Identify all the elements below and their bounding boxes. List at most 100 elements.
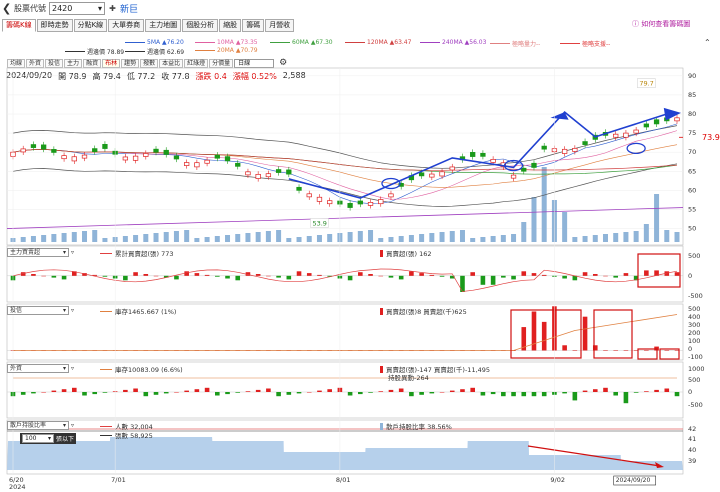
volume-bar — [327, 234, 333, 242]
holders-axis-tick: 42 — [688, 425, 696, 433]
main-force-select[interactable]: 主力買賣超 ▾ — [7, 248, 69, 257]
legend-swatch — [100, 310, 112, 312]
main-force-bar — [470, 272, 475, 276]
volume-bar — [480, 237, 486, 242]
chevron-down-icon: ▾ — [62, 422, 66, 429]
main-force-bar — [398, 275, 404, 280]
candle-body — [275, 169, 282, 173]
candle-body — [633, 129, 639, 134]
volume-bar — [102, 238, 108, 242]
candle-body — [143, 153, 149, 157]
foreign-bar — [480, 392, 486, 396]
volume-bar — [368, 230, 374, 242]
main-force-bar — [102, 275, 108, 277]
trust-axis-tick: 500 — [688, 305, 700, 313]
trust-bar — [603, 350, 608, 351]
trust-axis-tick: -100 — [688, 353, 703, 361]
candle-body — [20, 148, 26, 153]
price-axis-tick: 70 — [688, 148, 696, 156]
filter-icon[interactable]: ▿ — [71, 249, 74, 256]
volume-bar — [133, 235, 139, 242]
volume-bar — [20, 237, 26, 242]
volume-bar — [592, 235, 598, 242]
candle-body — [378, 199, 384, 205]
candle-body — [643, 123, 650, 128]
foreign-bar — [501, 392, 506, 397]
volume-bar — [30, 236, 36, 242]
trust-axis-tick: 100 — [688, 337, 700, 345]
foreign-bar — [133, 388, 138, 392]
holders-count-select[interactable]: 100 ▾ — [22, 434, 54, 443]
candle-body — [214, 154, 220, 159]
main-force-bar — [511, 275, 516, 280]
trust-axis-tick: 300 — [688, 321, 700, 329]
volume-bar — [204, 237, 210, 242]
main-force-bar — [225, 275, 230, 279]
foreign-bar — [194, 389, 200, 392]
volume-bar — [41, 235, 47, 242]
stock-chart[interactable]: 90858075706560555079.753.95000-500500400… — [0, 0, 720, 492]
foreign-bar — [378, 391, 384, 392]
holders-pane-header: 散戶持股比率 ▾ ▿ — [7, 421, 74, 430]
main-force-bar — [347, 275, 353, 281]
candle-body — [81, 154, 88, 159]
trust-select[interactable]: 投信 ▾ — [7, 306, 69, 315]
legend-swatch — [380, 249, 383, 257]
trust-axis-tick: 400 — [688, 313, 700, 321]
holders-select[interactable]: 散戶持股比率 ▾ — [7, 421, 69, 430]
holders-axis-tick: 40 — [688, 446, 696, 454]
x-axis-tick: 7/01 — [111, 476, 126, 484]
foreign-bar — [541, 392, 547, 397]
filter-icon[interactable]: ▿ — [71, 307, 74, 314]
candle-body — [265, 173, 272, 178]
filter-icon[interactable]: ▿ — [71, 365, 74, 372]
circle-annotation — [626, 142, 646, 155]
main-force-bar — [674, 272, 680, 276]
foreign-select[interactable]: 外資 ▾ — [7, 364, 69, 373]
foreign-hold-legend: 持股異動-264 — [388, 372, 429, 382]
candle-body — [653, 119, 660, 125]
foreign-inv-legend: 庫存10083.09 (6.6%) — [100, 364, 183, 374]
filter-icon[interactable]: ▿ — [71, 422, 74, 429]
volume-bar — [664, 230, 670, 242]
candle-body — [61, 155, 67, 160]
volume-bar — [602, 234, 608, 242]
main-force-bar — [235, 275, 241, 281]
bollinger-lower — [12, 163, 678, 207]
foreign-axis-tick: 0 — [688, 388, 692, 396]
main-force-bar — [317, 274, 322, 276]
candle-body — [102, 143, 108, 149]
volume-bar — [71, 232, 77, 242]
candle-body — [623, 132, 629, 138]
volume-bar — [398, 236, 404, 242]
main-force-bar — [31, 274, 36, 276]
holders-count-control: 100 ▾ 張以下 — [20, 433, 77, 444]
volume-bar — [419, 234, 425, 242]
main-force-bar — [582, 272, 588, 276]
trust-inventory-line — [13, 314, 678, 351]
volume-bar — [623, 232, 629, 242]
foreign-axis-tick: 1000 — [688, 365, 705, 373]
candle-body — [367, 202, 374, 206]
candle-body — [582, 141, 588, 145]
candle-body — [92, 148, 98, 152]
foreign-bar — [204, 387, 210, 392]
trust-axis-tick: 0 — [688, 345, 692, 353]
candle-body — [429, 173, 435, 178]
main-force-bar — [613, 275, 619, 278]
main-force-bar — [51, 275, 57, 278]
main-force-bar — [296, 271, 302, 276]
foreign-bar — [71, 387, 77, 392]
main-force-bar — [184, 271, 189, 276]
foreign-bar — [490, 392, 496, 395]
candle-body — [490, 158, 496, 163]
volume-bar — [265, 231, 271, 242]
main-force-bar — [204, 274, 210, 276]
volume-bar — [163, 232, 169, 242]
candle-body — [561, 148, 568, 154]
volume-bar — [214, 236, 220, 242]
volume-bar — [408, 235, 414, 242]
price-axis-tick: 90 — [688, 72, 696, 80]
foreign-bar — [61, 389, 67, 392]
price-axis-tick: 85 — [688, 91, 696, 99]
